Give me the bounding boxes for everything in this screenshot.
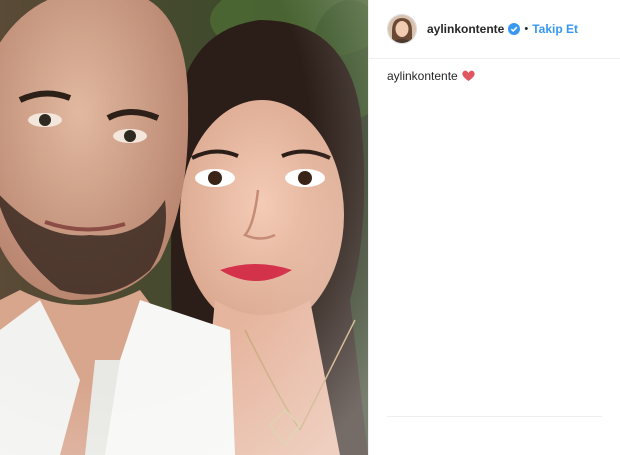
author-username[interactable]: aylinkontente <box>427 22 504 36</box>
instagram-post: aylinkontente • Takip Et aylinkontente <box>0 0 620 455</box>
post-photo[interactable] <box>0 0 368 455</box>
caption-username[interactable]: aylinkontente <box>387 69 458 83</box>
verified-badge-icon <box>508 23 521 35</box>
selfie-photo-icon <box>0 0 368 455</box>
avatar-icon <box>388 15 416 43</box>
post-header: aylinkontente • Takip Et <box>369 0 620 59</box>
divider <box>387 416 602 417</box>
heart-icon <box>462 70 475 82</box>
author-avatar[interactable] <box>387 14 417 44</box>
follow-button[interactable]: Takip Et <box>532 22 578 36</box>
header-separator: • <box>524 23 529 35</box>
post-caption: aylinkontente <box>369 59 620 83</box>
post-sidebar: aylinkontente • Takip Et aylinkontente <box>368 0 620 455</box>
